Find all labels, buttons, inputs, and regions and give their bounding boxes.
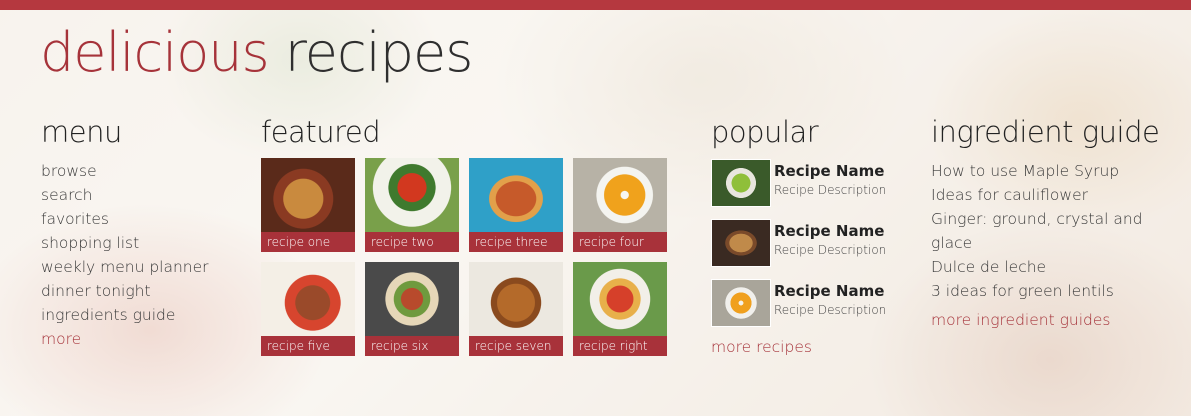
featured-tile[interactable]: recipe four	[573, 157, 667, 252]
featured-heading: featured	[261, 115, 381, 149]
menu-list: browse search favorites shopping list we…	[41, 159, 241, 351]
ingredient-guide-list: How to use Maple Syrup Ideas for caulifl…	[931, 159, 1171, 303]
featured-tile-label: recipe five	[261, 335, 355, 356]
featured-section: featured recipe one recipe two recipe th…	[261, 112, 681, 358]
featured-tile-label: recipe three	[469, 231, 563, 252]
guide-item[interactable]: Ginger: ground, crystal and glace	[931, 207, 1171, 255]
featured-tile[interactable]: recipe five	[261, 261, 355, 356]
menu-item-favorites[interactable]: favorites	[41, 207, 241, 231]
popular-item-name: Recipe Name	[774, 161, 885, 180]
top-accent-bar	[0, 0, 1191, 10]
app-title: delicious recipes	[40, 18, 474, 88]
featured-grid: recipe one recipe two recipe three recip…	[261, 157, 671, 358]
app-title-part1: delicious	[40, 21, 270, 84]
curry-bowl-image	[469, 261, 563, 336]
popular-item-description: Recipe Description	[774, 182, 887, 197]
vegetable-pan-image	[365, 261, 459, 336]
featured-tile[interactable]: recipe three	[469, 157, 563, 252]
popular-item[interactable]: Recipe Name Recipe Description	[711, 278, 911, 339]
popular-item-description: Recipe Description	[774, 242, 887, 257]
more-recipes-link[interactable]: more recipes	[711, 338, 911, 356]
featured-tile[interactable]: recipe one	[261, 157, 355, 252]
guide-item[interactable]: How to use Maple Syrup	[931, 159, 1171, 183]
popular-item-name: Recipe Name	[774, 221, 885, 240]
featured-tile-label: recipe right	[573, 335, 667, 356]
stew-pot-image	[261, 261, 355, 336]
menu-heading: menu	[41, 115, 122, 149]
featured-tile-label: recipe two	[365, 231, 459, 252]
guide-item[interactable]: Ideas for cauliflower	[931, 183, 1171, 207]
featured-tile[interactable]: recipe right	[573, 261, 667, 356]
app-title-part2: recipes	[284, 21, 474, 84]
popular-item[interactable]: Recipe Name Recipe Description	[711, 218, 911, 279]
featured-tile-label: recipe four	[573, 231, 667, 252]
guide-item[interactable]: 3 ideas for green lentils	[931, 279, 1171, 303]
menu-item-dinner-tonight[interactable]: dinner tonight	[41, 279, 241, 303]
gnocchi-image	[573, 261, 667, 336]
menu-more-link[interactable]: more	[41, 327, 241, 351]
pumpkin-soup-image	[573, 157, 667, 232]
menu-item-ingredients-guide[interactable]: ingredients guide	[41, 303, 241, 327]
menu-item-browse[interactable]: browse	[41, 159, 241, 183]
menu-item-search[interactable]: search	[41, 183, 241, 207]
pancakes-image	[711, 218, 771, 267]
ingredient-guide-heading: ingredient guide	[931, 115, 1160, 149]
tart-image	[261, 157, 355, 232]
lasagna-image	[469, 157, 563, 232]
popular-list: Recipe Name Recipe Description Recipe Na…	[711, 158, 911, 339]
featured-tile[interactable]: recipe seven	[469, 261, 563, 356]
popular-section: popular Recipe Name Recipe Description R…	[711, 112, 911, 356]
popular-item-description: Recipe Description	[774, 302, 887, 317]
popular-item-name: Recipe Name	[774, 281, 885, 300]
menu-item-shopping-list[interactable]: shopping list	[41, 231, 241, 255]
featured-tile-label: recipe one	[261, 231, 355, 252]
soup-image	[711, 278, 771, 327]
popular-item[interactable]: Recipe Name Recipe Description	[711, 158, 911, 219]
sprouts-image	[711, 158, 771, 207]
guide-item[interactable]: Dulce de leche	[931, 255, 1171, 279]
menu-item-weekly-planner[interactable]: weekly menu planner	[41, 255, 241, 279]
featured-tile-label: recipe seven	[469, 335, 563, 356]
menu-section: menu browse search favorites shopping li…	[41, 112, 241, 351]
popular-heading: popular	[711, 115, 819, 149]
tomato-salad-image	[365, 157, 459, 232]
ingredient-guide-section: ingredient guide How to use Maple Syrup …	[931, 112, 1171, 329]
more-ingredient-guides-link[interactable]: more ingredient guides	[931, 311, 1171, 329]
featured-tile-label: recipe six	[365, 335, 459, 356]
featured-tile[interactable]: recipe two	[365, 157, 459, 252]
featured-tile[interactable]: recipe six	[365, 261, 459, 356]
